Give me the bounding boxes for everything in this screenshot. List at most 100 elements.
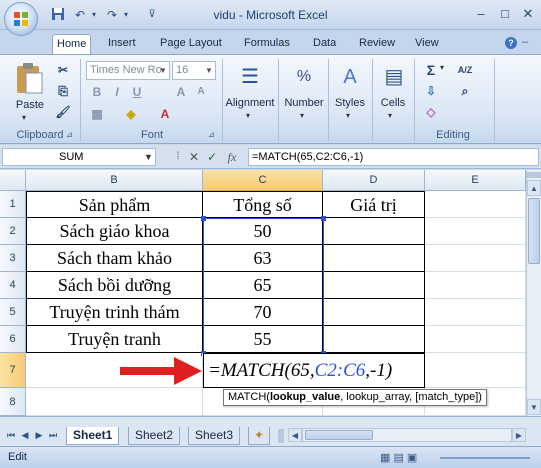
column-header-d[interactable]: D (323, 170, 425, 191)
clipboard-launcher-icon[interactable]: ⊿ (66, 130, 73, 139)
alignment-button[interactable]: Alignment (222, 97, 278, 109)
scroll-left-icon[interactable]: ◀ (288, 428, 302, 442)
name-box-dropdown-icon[interactable]: ▼ (144, 148, 153, 166)
cell-b1[interactable]: Sản phẩm (26, 191, 203, 218)
next-sheet-icon[interactable]: ▶ (32, 428, 46, 442)
maximize-icon[interactable]: □ (494, 5, 516, 23)
range-handle[interactable] (201, 216, 206, 221)
cell-b3[interactable]: Sách tham khảo (26, 245, 203, 272)
cell-e1[interactable] (425, 191, 526, 218)
insert-sheet-icon[interactable]: ✦ (248, 427, 270, 445)
cell-d3[interactable] (323, 245, 425, 272)
row-header-8[interactable]: 8 (0, 388, 26, 416)
sort-filter-icon[interactable]: A/Z (454, 61, 476, 79)
paste-dropdown-icon[interactable]: ▾ (22, 113, 26, 122)
font-size-combo[interactable]: 16 ▼ (172, 61, 216, 80)
help-icon[interactable]: ? (505, 37, 517, 49)
cell-e7[interactable] (425, 353, 526, 388)
select-all-corner[interactable] (0, 170, 26, 191)
underline-button[interactable]: U (128, 83, 146, 101)
office-button[interactable] (4, 2, 38, 36)
insert-function-icon[interactable]: fx (224, 148, 240, 166)
cells-button[interactable]: Cells (374, 97, 412, 109)
tab-page-layout[interactable]: Page Layout (156, 34, 226, 54)
number-button[interactable]: Number (280, 97, 328, 109)
copy-icon[interactable]: ⎘ (54, 82, 72, 100)
fill-color-icon[interactable]: ◈ (122, 105, 140, 123)
minimize-icon[interactable]: – (470, 5, 492, 23)
sheet-tab-3[interactable]: Sheet3 (188, 427, 241, 445)
range-handle[interactable] (321, 216, 326, 221)
vertical-scrollbar[interactable]: ▲ ▼ (526, 170, 541, 416)
prev-sheet-icon[interactable]: ◀ (18, 428, 32, 442)
view-buttons[interactable]: ▦ ▤ ▣ (380, 451, 417, 464)
column-header-e[interactable]: E (425, 170, 526, 191)
shrink-font-icon[interactable]: A (192, 83, 210, 101)
name-box[interactable]: SUM (2, 148, 156, 166)
tab-review[interactable]: Review (355, 34, 399, 54)
clear-icon[interactable]: ◇ (422, 103, 440, 121)
sheet-tab-2[interactable]: Sheet2 (128, 427, 181, 445)
split-box[interactable] (527, 172, 541, 178)
row-header-5[interactable]: 5 (0, 299, 26, 326)
cell-e4[interactable] (425, 272, 526, 299)
cell-b4[interactable]: Sách bồi dưỡng (26, 272, 203, 299)
row-header-3[interactable]: 3 (0, 245, 26, 272)
sheet-tab-1[interactable]: Sheet1 (66, 427, 120, 445)
column-header-c[interactable]: C (203, 170, 323, 191)
find-select-icon[interactable]: ⌕ (456, 82, 474, 100)
zoom-slider[interactable] (440, 457, 530, 459)
format-painter-icon[interactable]: 🖌 (54, 103, 72, 121)
row-header-2[interactable]: 2 (0, 218, 26, 245)
bold-button[interactable]: B (88, 83, 106, 101)
cell-d1[interactable]: Giá trị (323, 191, 425, 218)
paste-button[interactable] (14, 61, 48, 101)
font-color-icon[interactable]: A (156, 105, 174, 123)
alignment-icon[interactable]: ☰ (234, 61, 266, 93)
cell-c1[interactable]: Tổng số (203, 191, 323, 218)
styles-button[interactable]: Styles (330, 97, 370, 109)
active-cell-c7[interactable]: =MATCH(65,C2:C6,-1) (203, 353, 425, 388)
cell-e6[interactable] (425, 326, 526, 353)
cell-b2[interactable]: Sách giáo khoa (26, 218, 203, 245)
tab-split-handle[interactable] (278, 429, 284, 443)
ribbon-minimize-icon[interactable]: – (522, 36, 528, 48)
cell-d2[interactable] (323, 218, 425, 245)
horizontal-scrollbar[interactable] (302, 428, 512, 442)
cell-b5[interactable]: Truyện trinh thám (26, 299, 203, 326)
tab-insert[interactable]: Insert (104, 34, 140, 54)
percent-icon[interactable]: % (288, 61, 320, 93)
row-header-6[interactable]: 6 (0, 326, 26, 353)
scroll-thumb[interactable] (528, 198, 540, 264)
tab-view[interactable]: View (411, 34, 443, 54)
cells-icon[interactable]: ▤ (378, 61, 410, 93)
h-scroll-thumb[interactable] (305, 430, 373, 440)
grow-font-icon[interactable]: A (172, 83, 190, 101)
font-launcher-icon[interactable]: ⊿ (208, 130, 215, 139)
cell-d4[interactable] (323, 272, 425, 299)
cell-d5[interactable] (323, 299, 425, 326)
fill-icon[interactable]: ⇩ (422, 82, 440, 100)
cut-icon[interactable]: ✂ (54, 61, 72, 79)
font-name-combo[interactable]: Times New Ro ▼ (86, 61, 170, 80)
cancel-icon[interactable]: ✕ (186, 148, 202, 166)
last-sheet-icon[interactable]: ⏭ (46, 428, 60, 442)
cell-b6[interactable]: Truyện tranh (26, 326, 203, 353)
first-sheet-icon[interactable]: ⏮ (4, 428, 18, 442)
cell-e3[interactable] (425, 245, 526, 272)
tab-formulas[interactable]: Formulas (240, 34, 294, 54)
cell-d6[interactable] (323, 326, 425, 353)
tab-data[interactable]: Data (309, 34, 340, 54)
autosum-icon[interactable]: Σ (422, 61, 440, 79)
scroll-down-icon[interactable]: ▼ (527, 399, 541, 415)
borders-icon[interactable]: ▦ (88, 105, 106, 123)
cell-e5[interactable] (425, 299, 526, 326)
close-icon[interactable]: ✕ (517, 5, 539, 23)
row-header-1[interactable]: 1 (0, 191, 26, 218)
scroll-right-icon[interactable]: ▶ (512, 428, 526, 442)
tab-home[interactable]: Home (52, 34, 92, 54)
italic-button[interactable]: I (108, 83, 126, 101)
styles-icon[interactable]: A (334, 61, 366, 93)
cell-b8[interactable] (26, 388, 203, 416)
row-header-7[interactable]: 7 (0, 353, 26, 388)
